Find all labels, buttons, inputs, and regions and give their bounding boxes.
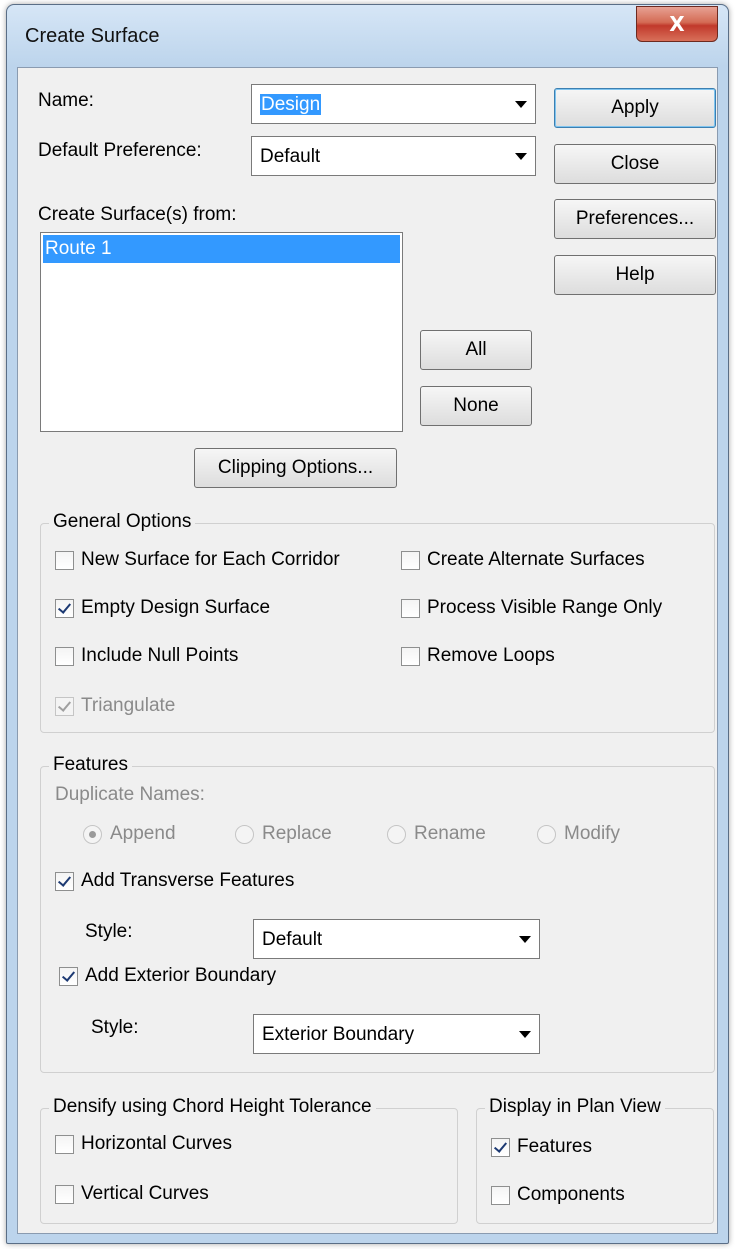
name-value: Design: [260, 94, 322, 115]
close-icon: X: [669, 12, 685, 36]
checkbox-box[interactable]: [55, 871, 74, 891]
checkbox-label: Components: [517, 1184, 625, 1205]
radio-label: Rename: [414, 823, 486, 844]
transverse-style-combo[interactable]: Default: [253, 919, 540, 959]
checkbox-label: Horizontal Curves: [81, 1133, 232, 1154]
exterior-style-value: Exterior Boundary: [262, 1024, 415, 1045]
preferences-button[interactable]: Preferences...: [554, 199, 716, 239]
add-transverse-features-checkbox[interactable]: Add Transverse Features: [55, 870, 294, 892]
none-button[interactable]: None: [420, 386, 532, 426]
checkbox-box[interactable]: [55, 598, 74, 618]
checkbox-label: Create Alternate Surfaces: [427, 549, 645, 570]
plan-components-checkbox[interactable]: Components: [491, 1184, 625, 1206]
default-preference-value: Default: [260, 146, 321, 167]
exterior-style-combo[interactable]: Exterior Boundary: [253, 1014, 540, 1054]
checkbox-label: Add Exterior Boundary: [85, 965, 277, 986]
radio-label: Replace: [262, 823, 332, 844]
checkbox-box: [55, 696, 74, 716]
checkbox-box[interactable]: [55, 1184, 74, 1204]
transverse-style-value: Default: [262, 929, 323, 950]
checkbox-label: New Surface for Each Corridor: [81, 549, 340, 570]
include-null-points-checkbox[interactable]: Include Null Points: [55, 645, 238, 667]
empty-design-surface-checkbox[interactable]: Empty Design Surface: [55, 597, 270, 619]
apply-button[interactable]: Apply: [554, 88, 716, 128]
list-item[interactable]: Route 1: [43, 235, 400, 263]
densify-group: Densify using Chord Height Tolerance Hor…: [40, 1096, 458, 1224]
title-bar[interactable]: Create Surface X: [7, 5, 728, 67]
triangulate-checkbox: Triangulate: [55, 695, 175, 717]
densify-title: Densify using Chord Height Tolerance: [49, 1096, 376, 1118]
horizontal-curves-checkbox[interactable]: Horizontal Curves: [55, 1133, 232, 1155]
checkbox-box[interactable]: [491, 1137, 510, 1157]
checkbox-box[interactable]: [59, 966, 78, 986]
clipping-options-button[interactable]: Clipping Options...: [194, 448, 397, 488]
radio-replace: Replace: [235, 823, 332, 845]
process-visible-range-checkbox[interactable]: Process Visible Range Only: [401, 597, 662, 619]
radio-modify: Modify: [537, 823, 620, 845]
radio-dot: [537, 824, 556, 844]
chevron-down-icon[interactable]: [515, 153, 527, 160]
checkbox-label: Remove Loops: [427, 645, 555, 666]
default-preference-label: Default Preference:: [38, 140, 202, 161]
chevron-down-icon[interactable]: [519, 936, 531, 943]
checkbox-box[interactable]: [55, 1134, 74, 1154]
help-button[interactable]: Help: [554, 255, 716, 295]
create-alternate-surfaces-checkbox[interactable]: Create Alternate Surfaces: [401, 549, 645, 571]
source-list-label: Create Surface(s) from:: [38, 204, 237, 225]
source-listbox[interactable]: Route 1: [40, 232, 403, 432]
general-options-title: General Options: [49, 511, 196, 533]
remove-loops-checkbox[interactable]: Remove Loops: [401, 645, 555, 667]
close-window-button[interactable]: X: [636, 6, 718, 42]
checkbox-box[interactable]: [55, 550, 74, 570]
features-title: Features: [49, 754, 132, 776]
checkbox-box[interactable]: [401, 598, 420, 618]
checkbox-label: Process Visible Range Only: [427, 597, 663, 618]
checkbox-box[interactable]: [401, 550, 420, 570]
exterior-style-label: Style:: [91, 1017, 139, 1038]
chevron-down-icon[interactable]: [519, 1031, 531, 1038]
checkbox-label: Features: [517, 1136, 592, 1157]
radio-label: Modify: [564, 823, 620, 844]
transverse-style-label: Style:: [85, 921, 133, 942]
duplicate-names-label: Duplicate Names:: [55, 784, 205, 805]
checkbox-label: Empty Design Surface: [81, 597, 271, 618]
checkbox-label: Add Transverse Features: [81, 870, 295, 891]
new-surface-each-corridor-checkbox[interactable]: New Surface for Each Corridor: [55, 549, 340, 571]
name-combo[interactable]: Design: [251, 84, 536, 124]
radio-append: Append: [83, 823, 176, 845]
checkbox-label: Triangulate: [81, 695, 176, 716]
radio-dot: [83, 824, 102, 844]
radio-dot: [235, 824, 254, 844]
plan-features-checkbox[interactable]: Features: [491, 1136, 592, 1158]
checkbox-label: Include Null Points: [81, 645, 239, 666]
display-plan-view-group: Display in Plan View Features Components: [476, 1096, 714, 1224]
features-group: Features Duplicate Names: Append Replace…: [40, 754, 715, 1073]
radio-label: Append: [110, 823, 176, 844]
checkbox-box[interactable]: [401, 646, 420, 666]
window-title: Create Surface: [25, 25, 160, 47]
display-plan-view-title: Display in Plan View: [485, 1096, 665, 1118]
close-button[interactable]: Close: [554, 144, 716, 184]
chevron-down-icon[interactable]: [515, 101, 527, 108]
all-button[interactable]: All: [420, 330, 532, 370]
radio-dot: [387, 824, 406, 844]
radio-rename: Rename: [387, 823, 486, 845]
vertical-curves-checkbox[interactable]: Vertical Curves: [55, 1183, 209, 1205]
default-preference-combo[interactable]: Default: [251, 136, 536, 176]
name-label: Name:: [38, 90, 94, 111]
checkbox-box[interactable]: [55, 646, 74, 666]
add-exterior-boundary-checkbox[interactable]: Add Exterior Boundary: [59, 965, 276, 987]
create-surface-dialog: Create Surface X Name: Design Default Pr…: [6, 4, 729, 1244]
dialog-client-area: Name: Design Default Preference: Default…: [17, 67, 718, 1234]
general-options-group: General Options New Surface for Each Cor…: [40, 511, 715, 733]
checkbox-box[interactable]: [491, 1185, 510, 1205]
checkbox-label: Vertical Curves: [81, 1183, 209, 1204]
